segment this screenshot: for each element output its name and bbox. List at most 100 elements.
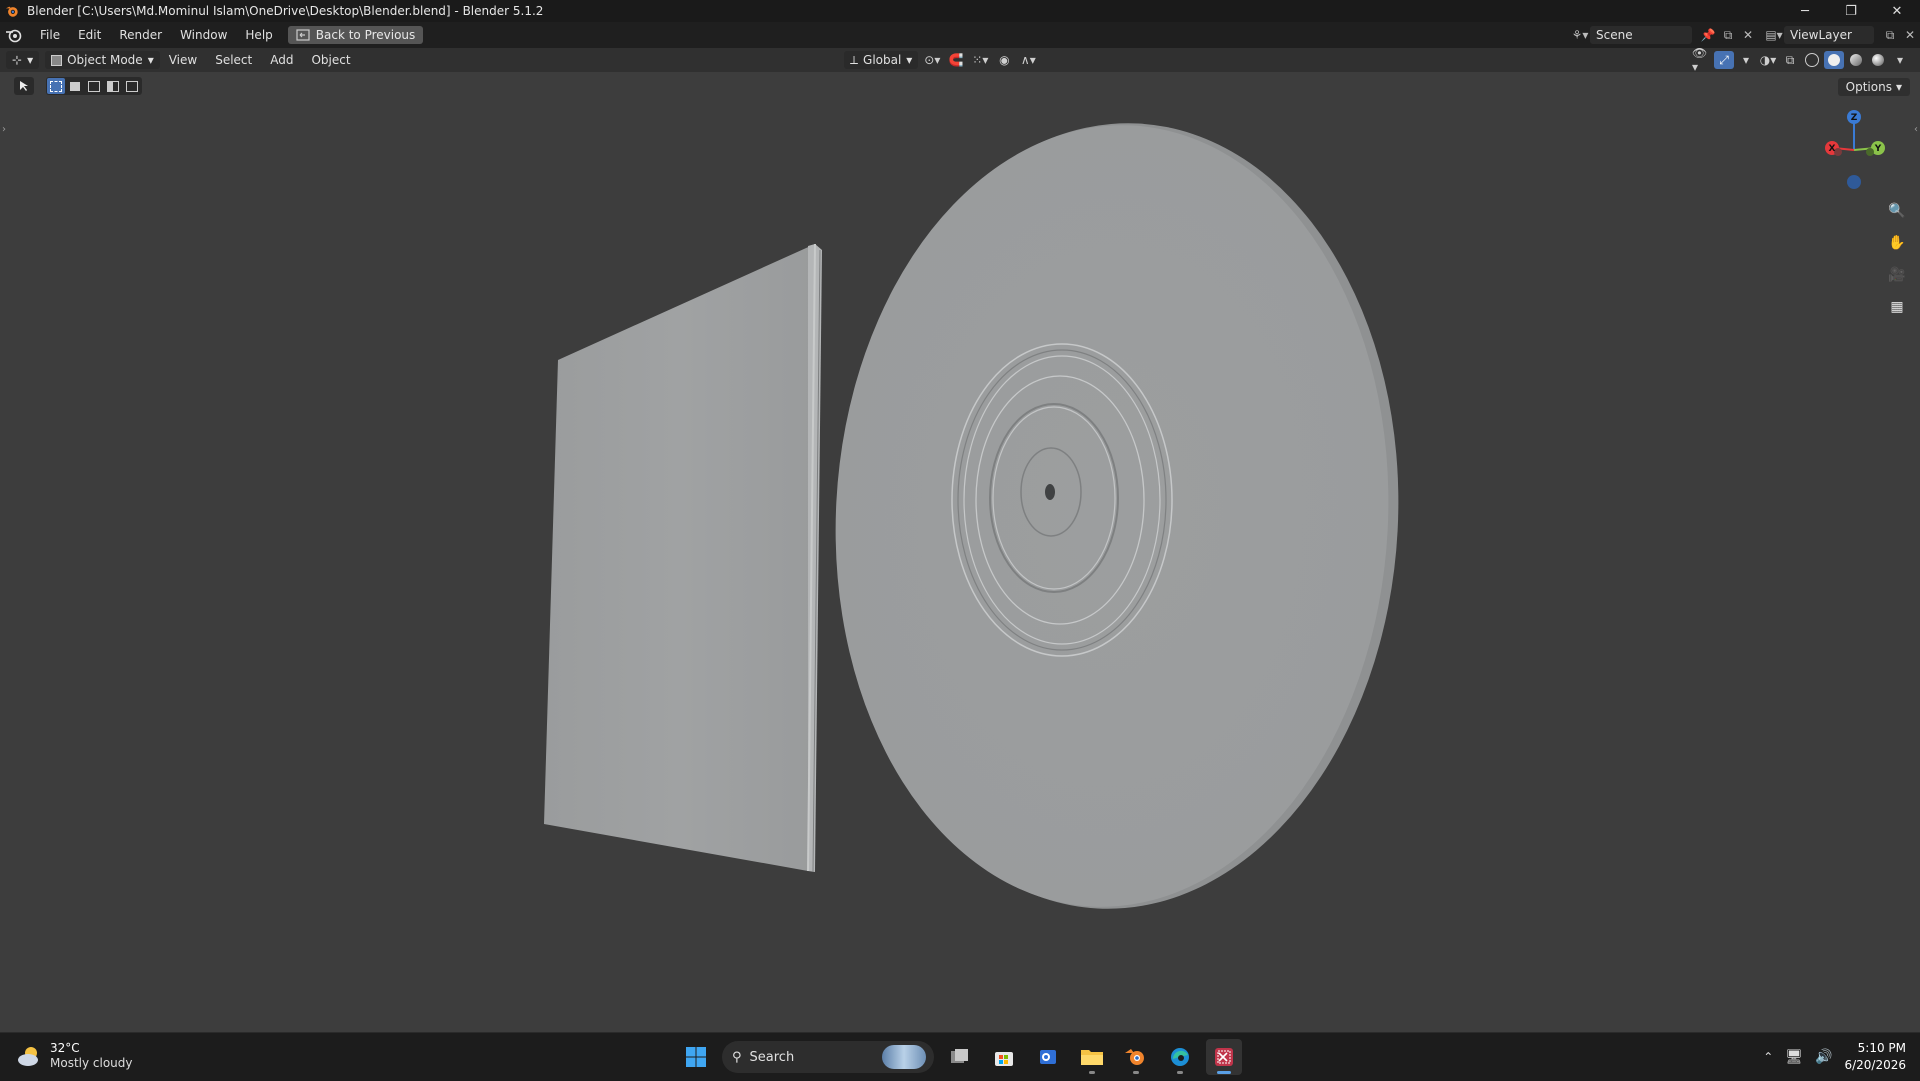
- mode-dropdown[interactable]: Object Mode ▾: [45, 51, 160, 69]
- chevron-up-icon[interactable]: ⌃: [1763, 1050, 1773, 1064]
- pin-icon[interactable]: 📌: [1698, 26, 1718, 44]
- new-scene-icon[interactable]: ⧉: [1718, 26, 1738, 44]
- delete-viewlayer-icon[interactable]: ✕: [1900, 26, 1920, 44]
- select-tool-icon[interactable]: [14, 77, 34, 95]
- start-button[interactable]: [678, 1039, 714, 1075]
- back-to-previous-button[interactable]: Back to Previous: [287, 26, 424, 44]
- perspective-grid-icon[interactable]: ▦: [1884, 294, 1910, 320]
- rendered-shading-icon[interactable]: [1868, 51, 1888, 69]
- menu-file[interactable]: File: [31, 22, 69, 48]
- album-sleeve-object[interactable]: [544, 243, 822, 873]
- select-extend-icon[interactable]: [66, 78, 84, 94]
- falloff-icon[interactable]: ∧▾: [1018, 51, 1038, 69]
- gizmo-toggle-icon[interactable]: ⤢: [1714, 51, 1734, 69]
- restore-button[interactable]: ❐: [1828, 0, 1874, 22]
- y-axis-label: Y: [1874, 144, 1882, 154]
- options-label: Options: [1845, 80, 1892, 94]
- overlays-icon[interactable]: ◑▾: [1758, 51, 1778, 69]
- title-bar: Blender [C:\Users\Md.Mominul Islam\OneDr…: [0, 0, 1920, 22]
- screen-back-icon: [296, 29, 310, 41]
- toolbar-expand-icon[interactable]: ›: [2, 124, 6, 135]
- menu-select[interactable]: Select: [206, 53, 261, 67]
- select-new-icon[interactable]: [47, 78, 65, 94]
- menu-view[interactable]: View: [160, 53, 206, 67]
- 3d-viewport[interactable]: [0, 72, 1920, 1032]
- navigation-gizmo[interactable]: Z Y X: [1814, 108, 1894, 198]
- menu-render[interactable]: Render: [110, 22, 171, 48]
- snap-toggle-icon[interactable]: 🧲: [946, 51, 966, 69]
- wireframe-shading-icon[interactable]: [1802, 51, 1822, 69]
- orientation-icon: ⟂: [850, 52, 859, 67]
- close-button[interactable]: ✕: [1874, 0, 1920, 22]
- vinyl-disc-object[interactable]: [816, 109, 1418, 923]
- menu-object[interactable]: Object: [302, 53, 359, 67]
- clock-time: 5:10 PM: [1857, 1041, 1906, 1055]
- window-controls: ─ ❐ ✕: [1782, 0, 1920, 22]
- chevron-down-icon[interactable]: ▾: [1736, 51, 1756, 69]
- minimize-button[interactable]: ─: [1782, 0, 1828, 22]
- proportional-edit-icon[interactable]: ◉: [994, 51, 1014, 69]
- sidebar-expand-icon[interactable]: ‹: [1914, 124, 1918, 135]
- top-menu-bar: File Edit Render Window Help Back to Pre…: [0, 22, 1920, 48]
- transform-tools: ⟂ Global ▾ ⊙▾ 🧲 ⁙▾ ◉ ∧▾: [838, 48, 1038, 72]
- system-clock[interactable]: 5:10 PM 6/20/2026: [1844, 1040, 1906, 1074]
- chevron-down-icon: ▾: [1895, 80, 1902, 94]
- menu-edit[interactable]: Edit: [69, 22, 110, 48]
- blender-taskbar-icon[interactable]: [1118, 1039, 1154, 1075]
- menu-add[interactable]: Add: [261, 53, 302, 67]
- orientation-dropdown[interactable]: ⟂ Global ▾: [844, 51, 919, 69]
- scene-canvas: [544, 109, 1418, 923]
- pivot-point-icon[interactable]: ⊙▾: [922, 51, 942, 69]
- x-axis-label: X: [1829, 144, 1836, 154]
- volume-icon[interactable]: 🔊: [1815, 1049, 1832, 1065]
- search-highlight-icon: [882, 1045, 926, 1069]
- select-intersect-icon[interactable]: [123, 78, 141, 94]
- solid-shading-icon[interactable]: [1824, 51, 1844, 69]
- microsoft-store-icon[interactable]: [986, 1039, 1022, 1075]
- task-view-icon[interactable]: [942, 1039, 978, 1075]
- pan-hand-icon[interactable]: ✋: [1884, 230, 1910, 256]
- weather-condition: Mostly cloudy: [50, 1056, 133, 1070]
- shading-options-icon[interactable]: ▾: [1890, 51, 1910, 69]
- orientation-label: Global: [863, 53, 902, 67]
- weather-temperature: 32°C: [50, 1041, 80, 1055]
- network-icon[interactable]: 🖥: [1785, 1049, 1803, 1065]
- viewlayer-browse-icon[interactable]: ▤▾: [1764, 26, 1784, 44]
- camera-view-icon[interactable]: 🎥: [1884, 262, 1910, 288]
- viewport-header: ⊹ ▾ Object Mode ▾ View Select Add Object …: [0, 46, 1920, 74]
- select-invert-icon[interactable]: [104, 78, 122, 94]
- selection-mode-group: [46, 77, 142, 95]
- clock-date: 6/20/2026: [1844, 1058, 1906, 1072]
- windows-logo-icon: [686, 1047, 706, 1067]
- scene-field[interactable]: Scene: [1590, 26, 1692, 44]
- outlook-icon[interactable]: [1030, 1039, 1066, 1075]
- system-tray: ⌃ 🖥 🔊 5:10 PM 6/20/2026: [1763, 1039, 1906, 1075]
- snap-target-icon[interactable]: ⁙▾: [970, 51, 990, 69]
- blender-menu-icon[interactable]: [5, 26, 23, 44]
- visibility-icon[interactable]: 👁▾: [1692, 46, 1712, 74]
- snipping-tool-icon[interactable]: [1206, 1039, 1242, 1075]
- editor-type-dropdown[interactable]: ⊹ ▾: [6, 51, 40, 69]
- new-viewlayer-icon[interactable]: ⧉: [1880, 26, 1900, 44]
- file-explorer-icon[interactable]: [1074, 1039, 1110, 1075]
- windows-taskbar: 32°C Mostly cloudy ⚲ Search ⌃ 🖥 🔊 5:10 P…: [0, 1032, 1920, 1081]
- mode-label: Object Mode: [67, 53, 143, 67]
- z-axis-label: Z: [1851, 113, 1858, 123]
- edge-browser-icon[interactable]: [1162, 1039, 1198, 1075]
- blender-logo-icon: [5, 6, 18, 17]
- delete-scene-icon[interactable]: ✕: [1738, 26, 1758, 44]
- tool-settings-row: [0, 74, 142, 98]
- menu-window[interactable]: Window: [171, 22, 236, 48]
- zoom-icon[interactable]: 🔍: [1884, 198, 1910, 224]
- scene-browse-icon[interactable]: ⚘▾: [1570, 26, 1590, 44]
- weather-widget[interactable]: 32°C Mostly cloudy: [16, 1041, 133, 1071]
- viewlayer-name: ViewLayer: [1790, 28, 1852, 42]
- taskbar-search[interactable]: ⚲ Search: [722, 1041, 934, 1073]
- select-subtract-icon[interactable]: [85, 78, 103, 94]
- material-shading-icon[interactable]: [1846, 51, 1866, 69]
- xray-toggle-icon[interactable]: ⧉: [1780, 51, 1800, 69]
- cloudy-weather-icon: [18, 1047, 38, 1066]
- menu-help[interactable]: Help: [236, 22, 281, 48]
- options-dropdown[interactable]: Options ▾: [1837, 78, 1910, 96]
- viewlayer-field[interactable]: ViewLayer: [1784, 26, 1874, 44]
